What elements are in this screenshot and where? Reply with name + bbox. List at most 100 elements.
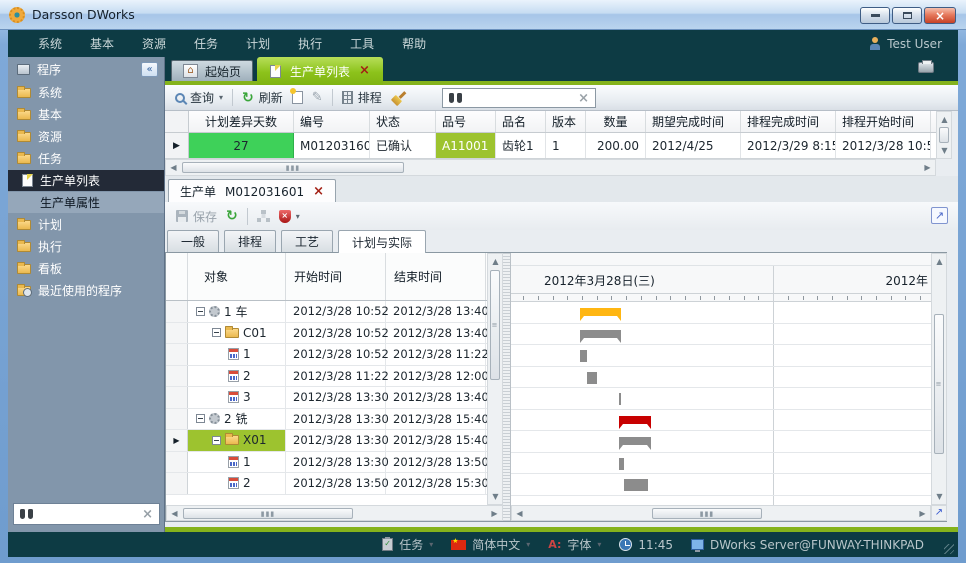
document-refresh-button[interactable]: ↻ <box>226 210 238 222</box>
sidebar-item-4[interactable]: 生产单列表 <box>8 170 164 191</box>
minimize-button[interactable] <box>860 7 890 24</box>
tab-start-page[interactable]: ⌂ 起始页 <box>171 60 253 81</box>
scrollbar-thumb[interactable]: ▮▮▮ <box>182 162 404 173</box>
grid-data-row[interactable]: ▶27M012031601已确认A11001齿轮11200.002012/4/2… <box>165 133 936 159</box>
menu-item-2[interactable]: 资源 <box>128 31 180 56</box>
gantt-expand-button[interactable]: ↗ <box>931 505 947 521</box>
validate-button[interactable]: × ▾ <box>279 210 300 223</box>
relation-button[interactable] <box>257 210 270 222</box>
scroll-left-icon[interactable]: ◀ <box>167 506 182 521</box>
tree-row-4[interactable]: 32012/3/28 13:302012/3/28 13:40 <box>166 387 503 409</box>
tree-expander-icon[interactable] <box>212 328 221 337</box>
toolbar-search-clear-icon[interactable]: × <box>578 91 589 106</box>
sidebar-item-5[interactable]: 生产单属性 <box>8 192 164 213</box>
tab-order-list[interactable]: 生产单列表 × <box>257 57 383 85</box>
gantt-bar-summary-0[interactable] <box>580 308 621 316</box>
menu-item-7[interactable]: 帮助 <box>388 31 440 56</box>
scrollbar-thumb[interactable]: ▮▮▮ <box>652 508 762 519</box>
sidebar-item-2[interactable]: 资源 <box>8 126 164 147</box>
tree-row-7[interactable]: 12012/3/28 13:302012/3/28 13:50 <box>166 452 503 474</box>
scroll-down-icon[interactable]: ▼ <box>488 489 503 504</box>
printer-icon[interactable] <box>918 62 934 73</box>
scroll-left-icon[interactable]: ◀ <box>512 506 527 521</box>
status-font-selector[interactable]: A: 字体 ▾ <box>542 536 607 553</box>
sidebar-item-6[interactable]: 计划 <box>8 214 164 235</box>
scrollbar-thumb[interactable] <box>939 127 949 143</box>
menu-item-1[interactable]: 基本 <box>76 31 128 56</box>
gantt-bar-summary-5[interactable] <box>619 416 651 424</box>
sidebar-search-box[interactable]: × <box>13 503 160 525</box>
scroll-up-icon[interactable]: ▲ <box>932 254 947 269</box>
scrollbar-thumb[interactable]: ≡ <box>934 314 944 454</box>
gantt-bar-task-7[interactable] <box>619 458 624 470</box>
document-tab-close-icon[interactable]: × <box>313 186 324 198</box>
scroll-up-icon[interactable]: ▲ <box>488 254 503 269</box>
panel-splitter[interactable] <box>503 253 510 521</box>
gantt-bar-task-4[interactable] <box>619 393 622 405</box>
scroll-right-icon[interactable]: ▶ <box>915 506 930 521</box>
gantt-bar-task-2[interactable] <box>580 350 587 362</box>
gantt-bar-summary-1[interactable] <box>580 330 621 338</box>
grid-horizontal-scrollbar[interactable]: ◀ ▮▮▮ ▶ <box>165 159 936 176</box>
menu-item-0[interactable]: 系统 <box>24 31 76 56</box>
tree-row-6[interactable]: ▶X012012/3/28 13:302012/3/28 15:40 <box>166 430 503 452</box>
menu-item-5[interactable]: 执行 <box>284 31 336 56</box>
scroll-left-icon[interactable]: ◀ <box>166 160 181 175</box>
toolbar-search-box[interactable]: × <box>442 88 596 108</box>
gantt-horizontal-scrollbar[interactable]: ◀ ▮▮▮ ▶ <box>511 505 931 521</box>
edit-button[interactable]: ✎ <box>312 90 323 105</box>
query-button[interactable]: 查询 ▾ <box>175 89 223 106</box>
tree-expander-icon[interactable] <box>196 414 205 423</box>
sidebar-item-7[interactable]: 执行 <box>8 236 164 257</box>
tab-close-icon[interactable]: × <box>359 65 370 77</box>
sidebar-search-clear-icon[interactable]: × <box>142 507 153 522</box>
tree-row-0[interactable]: 1 车2012/3/28 10:522012/3/28 13:40 <box>166 301 503 323</box>
sidebar-collapse-button[interactable]: « <box>141 62 158 77</box>
tree-row-5[interactable]: 2 铣2012/3/28 13:302012/3/28 15:40 <box>166 409 503 431</box>
sidebar-item-9[interactable]: 最近使用的程序 <box>8 280 164 301</box>
status-language-selector[interactable]: 简体中文 ▾ <box>445 536 536 553</box>
gantt-bar-task-8[interactable] <box>624 479 649 491</box>
grid-vertical-scrollbar[interactable]: ▲ ▼ <box>936 111 952 159</box>
detail-tab-2[interactable]: 工艺 <box>281 230 333 252</box>
detail-tab-1[interactable]: 排程 <box>224 230 276 252</box>
clean-button[interactable] <box>391 91 406 105</box>
close-button[interactable]: × <box>924 7 956 24</box>
gantt-bar-summary-6[interactable] <box>619 437 651 445</box>
popout-button[interactable]: ↗ <box>931 207 948 224</box>
menu-item-6[interactable]: 工具 <box>336 31 388 56</box>
tree-expander-icon[interactable] <box>196 307 205 316</box>
scroll-right-icon[interactable]: ▶ <box>487 506 502 521</box>
refresh-button[interactable]: ↻ 刷新 <box>242 89 283 106</box>
sidebar-item-1[interactable]: 基本 <box>8 104 164 125</box>
tree-horizontal-scrollbar[interactable]: ◀ ▮▮▮ ▶ <box>166 505 503 521</box>
save-button[interactable]: 保存 <box>176 208 217 225</box>
detail-tab-3[interactable]: 计划与实际 <box>338 230 426 253</box>
scroll-down-icon[interactable]: ▼ <box>932 489 947 504</box>
user-badge[interactable]: Test User <box>869 37 958 51</box>
scrollbar-thumb[interactable]: ▮▮▮ <box>183 508 353 519</box>
status-task-selector[interactable]: 任务 ▾ <box>376 536 439 553</box>
scrollbar-thumb[interactable]: ≡ <box>490 270 500 380</box>
tree-vertical-scrollbar[interactable]: ▲ ≡ ▼ <box>487 253 503 505</box>
scroll-down-icon[interactable]: ▼ <box>937 143 952 158</box>
tree-row-2[interactable]: 12012/3/28 10:522012/3/28 11:22 <box>166 344 503 366</box>
scroll-right-icon[interactable]: ▶ <box>920 160 935 175</box>
gantt-bar-task-3[interactable] <box>587 372 596 384</box>
sidebar-item-0[interactable]: 系统 <box>8 82 164 103</box>
tree-row-1[interactable]: C012012/3/28 10:522012/3/28 13:40 <box>166 323 503 345</box>
scroll-up-icon[interactable]: ▲ <box>937 112 952 127</box>
schedule-button[interactable]: 排程 <box>342 89 382 106</box>
tree-expander-icon[interactable] <box>212 436 221 445</box>
document-tab[interactable]: 生产单 M012031601 × <box>168 179 336 203</box>
menu-item-3[interactable]: 任务 <box>180 31 232 56</box>
menu-item-4[interactable]: 计划 <box>232 31 284 56</box>
sidebar-item-3[interactable]: 任务 <box>8 148 164 169</box>
tree-row-3[interactable]: 22012/3/28 11:222012/3/28 12:00 <box>166 366 503 388</box>
new-button[interactable] <box>292 91 303 104</box>
gantt-vertical-scrollbar[interactable]: ▲ ≡ ▼ <box>931 253 947 505</box>
maximize-button[interactable] <box>892 7 922 24</box>
sidebar-item-8[interactable]: 看板 <box>8 258 164 279</box>
tree-row-8[interactable]: 22012/3/28 13:502012/3/28 15:30 <box>166 473 503 495</box>
detail-tab-0[interactable]: 一般 <box>167 230 219 252</box>
